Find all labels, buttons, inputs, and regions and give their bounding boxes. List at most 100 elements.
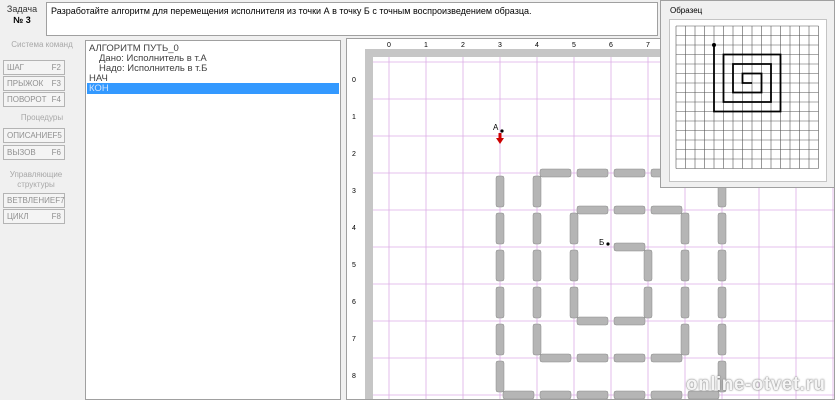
row-label: 4	[352, 225, 356, 232]
control-structures-title: Управляющие структуры	[9, 170, 63, 189]
col-label: 4	[535, 42, 539, 49]
wall-segment	[576, 390, 609, 399]
wall-segment	[495, 286, 505, 319]
wall-segment	[717, 249, 727, 282]
wall-segment	[613, 390, 646, 399]
col-label: 3	[498, 42, 502, 49]
row-label: 7	[352, 336, 356, 343]
row-label: 5	[352, 262, 356, 269]
wall-segment	[650, 390, 683, 399]
turn-button-label: ПОВОРОТ	[7, 95, 47, 104]
wall-segment	[532, 175, 542, 208]
sample-canvas	[669, 19, 827, 182]
sample-window[interactable]: Образец	[660, 0, 835, 188]
wall-segment	[613, 353, 646, 363]
describe-button-label: ОПИСАНИЕ	[7, 131, 53, 140]
wall-segment	[680, 286, 690, 319]
sample-start-point	[712, 43, 716, 47]
col-label: 0	[387, 42, 391, 49]
describe-button-key: F5	[52, 131, 62, 140]
point-a-marker	[500, 129, 504, 133]
wall-segment	[495, 212, 505, 245]
point-b-label: Б	[599, 238, 604, 247]
sample-spiral-path	[713, 45, 782, 113]
wall-segment	[532, 249, 542, 282]
step-button-label: ШАГ	[7, 63, 24, 72]
row-label: 3	[352, 188, 356, 195]
wall-segment	[613, 316, 646, 326]
row-label: 1	[352, 114, 356, 121]
call-button[interactable]: ВЫЗОВ F6	[3, 145, 65, 160]
procedures-title: Процедуры	[20, 113, 64, 122]
command-system-title: Система команд	[11, 40, 73, 49]
code-line-selected[interactable]: КОН	[87, 83, 339, 94]
call-button-label: ВЫЗОВ	[7, 148, 36, 157]
wall-segment	[532, 212, 542, 245]
row-label: 0	[352, 77, 356, 84]
loop-button[interactable]: ЦИКЛ F8	[3, 209, 65, 224]
col-label: 2	[461, 42, 465, 49]
col-label: 5	[572, 42, 576, 49]
code-line-required[interactable]: Надо: Исполнитель в т.Б	[99, 63, 207, 74]
wall-segment	[613, 168, 646, 178]
wall-segment	[569, 249, 579, 282]
wall-segment	[717, 212, 727, 245]
describe-button[interactable]: ОПИСАНИЕ F5	[3, 128, 65, 143]
wall-segment	[576, 353, 609, 363]
wall-segment	[569, 286, 579, 319]
executor-arrow-shaft	[498, 133, 502, 139]
wall-segment	[613, 205, 646, 215]
task-info: Задача № 3	[0, 0, 44, 38]
loop-button-key: F8	[51, 212, 61, 221]
wall-segment	[717, 286, 727, 319]
code-line-end: КОН	[89, 83, 109, 94]
wall-segment	[680, 212, 690, 245]
wall-segment	[539, 390, 572, 399]
wall-segment	[613, 242, 646, 252]
wall-segment	[643, 286, 653, 319]
task-description: Разработайте алгоритм для перемещения ис…	[46, 2, 658, 36]
wall-segment	[495, 323, 505, 356]
branch-button-label: ВЕТВЛЕНИЕ	[7, 196, 56, 205]
turn-button-key: F4	[51, 95, 61, 104]
watermark: online-otvet.ru	[686, 374, 826, 395]
wall-segment	[502, 390, 535, 399]
wall-segment	[576, 316, 609, 326]
step-button-key: F2	[51, 63, 61, 72]
loop-button-label: ЦИКЛ	[7, 212, 29, 221]
wall-segment	[539, 353, 572, 363]
wall-segment	[576, 205, 609, 215]
row-label: 8	[352, 373, 356, 380]
branch-button[interactable]: ВЕТВЛЕНИЕ F7	[3, 193, 65, 208]
wall-segment	[650, 353, 683, 363]
wall-segment	[532, 323, 542, 356]
wall-segment	[495, 249, 505, 282]
sample-title: Образец	[670, 6, 703, 15]
row-label: 2	[352, 151, 356, 158]
wall-segment	[539, 168, 572, 178]
jump-button-key: F3	[51, 79, 61, 88]
wall-segment	[576, 168, 609, 178]
wall-segment	[680, 323, 690, 356]
row-label: 6	[352, 299, 356, 306]
wall-segment	[650, 205, 683, 215]
wall-segment	[643, 249, 653, 282]
wall-segment	[680, 249, 690, 282]
left-border-strip	[365, 49, 373, 399]
point-a-label: А	[493, 123, 499, 132]
jump-button[interactable]: ПРЫЖОК F3	[3, 76, 65, 91]
wall-segment	[495, 360, 505, 393]
wall-segment	[717, 323, 727, 356]
wall-segment	[569, 212, 579, 245]
point-b-marker	[606, 242, 610, 246]
call-button-key: F6	[51, 148, 61, 157]
task-label: Задача	[6, 4, 38, 14]
wall-segment	[532, 286, 542, 319]
wall-segment	[495, 175, 505, 208]
col-label: 7	[646, 42, 650, 49]
step-button[interactable]: ШАГ F2	[3, 60, 65, 75]
program-editor[interactable]: АЛГОРИТМ ПУТЬ_0 Дано: Исполнитель в т.А …	[85, 40, 341, 400]
branch-button-key: F7	[55, 196, 65, 205]
turn-button[interactable]: ПОВОРОТ F4	[3, 92, 65, 107]
jump-button-label: ПРЫЖОК	[7, 79, 44, 88]
